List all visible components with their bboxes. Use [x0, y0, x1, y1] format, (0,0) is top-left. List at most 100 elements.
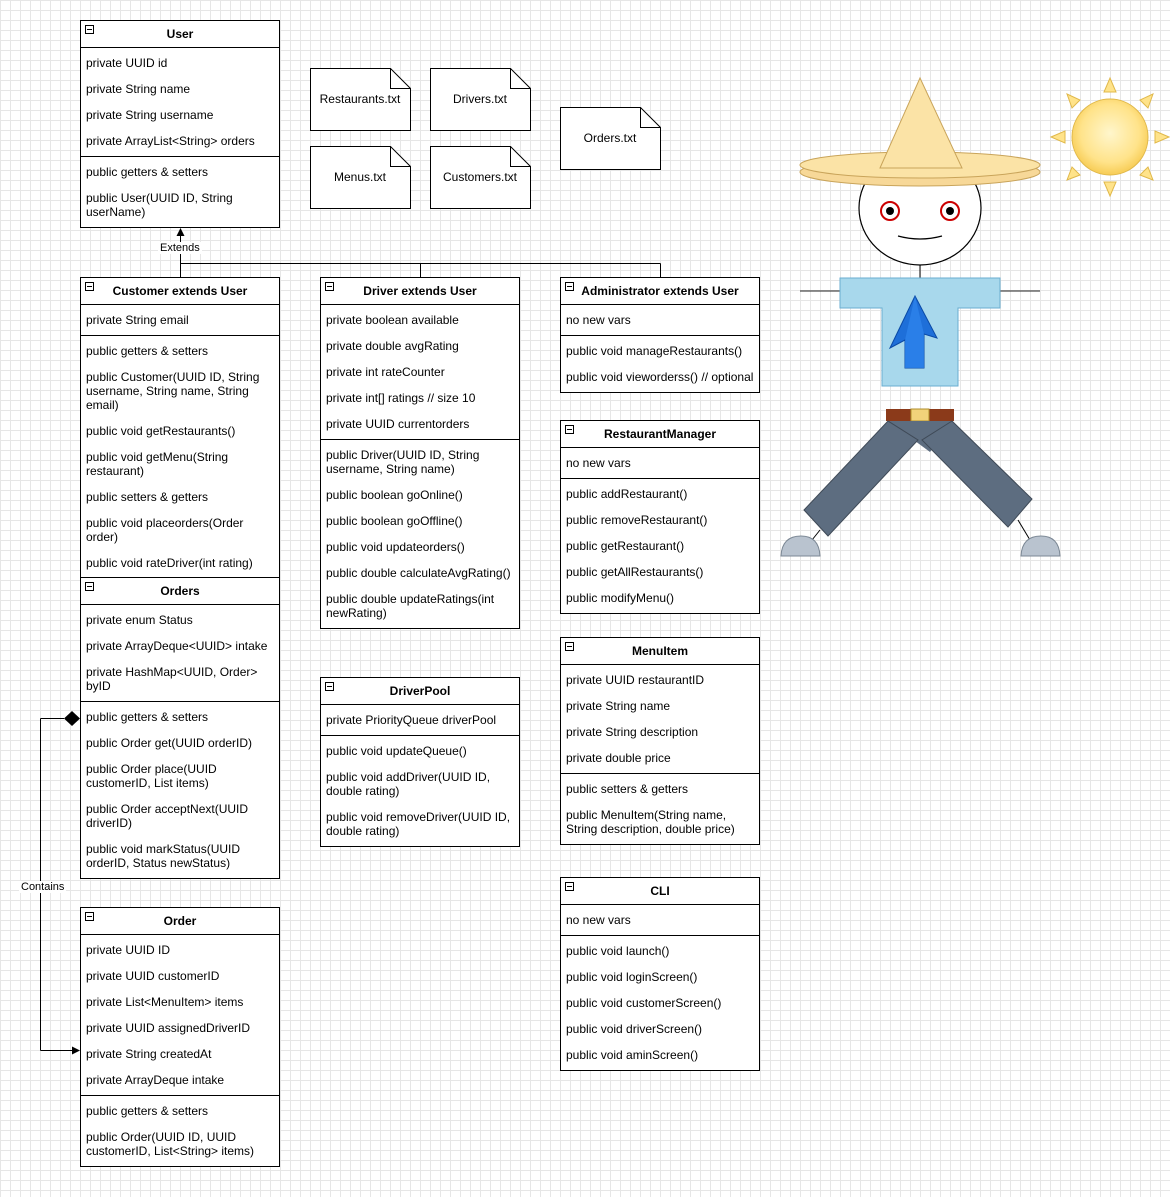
class-title[interactable]: RestaurantManager — [561, 421, 759, 448]
attribute-row[interactable]: private enum Status — [81, 607, 279, 633]
method-row[interactable]: public modifyMenu() — [561, 585, 759, 611]
attribute-row[interactable]: private ArrayDeque<UUID> intake — [81, 633, 279, 659]
method-row[interactable]: public void vieworderss() // optional — [561, 364, 759, 390]
attribute-row[interactable]: private UUID id — [81, 50, 279, 76]
method-row[interactable]: public void aminScreen() — [561, 1042, 759, 1068]
collapse-icon[interactable] — [565, 882, 574, 891]
method-row[interactable]: public addRestaurant() — [561, 481, 759, 507]
method-row[interactable]: public double calculateAvgRating() — [321, 560, 519, 586]
method-row[interactable]: public boolean goOffline() — [321, 508, 519, 534]
class-title[interactable]: Orders — [81, 578, 279, 605]
method-row[interactable]: public boolean goOnline() — [321, 482, 519, 508]
class-cli[interactable]: CLI no new vars public void launch() public… — [560, 877, 760, 1071]
attribute-row[interactable]: private double avgRating — [321, 333, 519, 359]
method-row[interactable]: public void rateDriver(int rating) — [81, 550, 279, 576]
attribute-row[interactable]: private int rateCounter — [321, 359, 519, 385]
attribute-row[interactable]: private String name — [561, 693, 759, 719]
class-orders[interactable]: Orders private enum Status private ArrayDe… — [80, 577, 280, 879]
attribute-row[interactable]: private String email — [81, 307, 279, 333]
method-row[interactable]: public Order place(UUID customerID, List… — [81, 756, 279, 796]
method-row[interactable]: public getters & setters — [81, 704, 279, 730]
attribute-row[interactable]: private UUID assignedDriverID — [81, 1015, 279, 1041]
attribute-row[interactable]: private String username — [81, 102, 279, 128]
class-restaurant-manager[interactable]: RestaurantManager no new vars public addRe… — [560, 420, 760, 614]
class-order[interactable]: Order private UUID ID private UUID custome… — [80, 907, 280, 1167]
method-row[interactable]: public removeRestaurant() — [561, 507, 759, 533]
attribute-row[interactable]: private int[] ratings // size 10 — [321, 385, 519, 411]
class-driver-pool[interactable]: DriverPool private PriorityQueue driverPo… — [320, 677, 520, 847]
class-driver[interactable]: Driver extends User private boolean avail… — [320, 277, 520, 629]
method-row[interactable]: public void addDriver(UUID ID, double ra… — [321, 764, 519, 804]
method-row[interactable]: public Order(UUID ID, UUID customerID, L… — [81, 1124, 279, 1164]
attribute-row[interactable]: private UUID ID — [81, 937, 279, 963]
method-row[interactable]: public void manageRestaurants() — [561, 338, 759, 364]
method-row[interactable]: public void updateorders() — [321, 534, 519, 560]
method-row[interactable]: public Order acceptNext(UUID driverID) — [81, 796, 279, 836]
method-row[interactable]: public setters & getters — [81, 484, 279, 510]
attribute-row[interactable]: private ArrayList<String> orders — [81, 128, 279, 154]
method-row[interactable]: public void markStatus(UUID orderID, Sta… — [81, 836, 279, 876]
method-row[interactable]: public void launch() — [561, 938, 759, 964]
attribute-row[interactable]: no new vars — [561, 307, 759, 333]
attribute-row[interactable]: private String name — [81, 76, 279, 102]
file-orders[interactable]: Orders.txt — [560, 107, 661, 170]
method-row[interactable]: public void getRestaurants() — [81, 418, 279, 444]
class-title[interactable]: Customer extends User — [81, 278, 279, 305]
method-row[interactable]: public Driver(UUID ID, String username, … — [321, 442, 519, 482]
method-row[interactable]: public getters & setters — [81, 338, 279, 364]
method-row[interactable]: public getters & setters — [81, 159, 279, 185]
class-administrator[interactable]: Administrator extends User no new vars pub… — [560, 277, 760, 393]
class-menu-item[interactable]: MenuItem private UUID restaurantID private… — [560, 637, 760, 845]
collapse-icon[interactable] — [85, 912, 94, 921]
attribute-row[interactable]: private String createdAt — [81, 1041, 279, 1067]
class-title[interactable]: User — [81, 21, 279, 48]
collapse-icon[interactable] — [85, 25, 94, 34]
file-restaurants[interactable]: Restaurants.txt — [310, 68, 411, 131]
attribute-row[interactable]: private HashMap<UUID, Order> byID — [81, 659, 279, 699]
class-title[interactable]: DriverPool — [321, 678, 519, 705]
file-customers[interactable]: Customers.txt — [430, 146, 531, 209]
method-row[interactable]: public User(UUID ID, String userName) — [81, 185, 279, 225]
collapse-icon[interactable] — [85, 282, 94, 291]
attribute-row[interactable]: private double price — [561, 745, 759, 771]
method-row[interactable]: public setters & getters — [561, 776, 759, 802]
attribute-row[interactable]: private UUID currentorders — [321, 411, 519, 437]
file-menus[interactable]: Menus.txt — [310, 146, 411, 209]
method-row[interactable]: public void driverScreen() — [561, 1016, 759, 1042]
method-row[interactable]: public void getMenu(String restaurant) — [81, 444, 279, 484]
attribute-row[interactable]: no new vars — [561, 907, 759, 933]
attribute-row[interactable]: private List<MenuItem> items — [81, 989, 279, 1015]
class-title[interactable]: Driver extends User — [321, 278, 519, 305]
attribute-row[interactable]: no new vars — [561, 450, 759, 476]
collapse-icon[interactable] — [565, 282, 574, 291]
collapse-icon[interactable] — [565, 642, 574, 651]
method-row[interactable]: public void placeorders(Order order) — [81, 510, 279, 550]
method-row[interactable]: public void customerScreen() — [561, 990, 759, 1016]
attribute-row[interactable]: private boolean available — [321, 307, 519, 333]
collapse-icon[interactable] — [325, 282, 334, 291]
method-row[interactable]: public double updateRatings(int newRatin… — [321, 586, 519, 626]
class-title[interactable]: Administrator extends User — [561, 278, 759, 305]
method-row[interactable]: public Order get(UUID orderID) — [81, 730, 279, 756]
collapse-icon[interactable] — [85, 582, 94, 591]
attribute-row[interactable]: private String description — [561, 719, 759, 745]
collapse-icon[interactable] — [325, 682, 334, 691]
class-title[interactable]: Order — [81, 908, 279, 935]
attribute-row[interactable]: private UUID restaurantID — [561, 667, 759, 693]
attribute-row[interactable]: private UUID customerID — [81, 963, 279, 989]
method-row[interactable]: public void updateQueue() — [321, 738, 519, 764]
class-user[interactable]: User private UUID id private String name pr… — [80, 20, 280, 228]
class-title[interactable]: CLI — [561, 878, 759, 905]
attribute-row[interactable]: private PriorityQueue driverPool — [321, 707, 519, 733]
method-row[interactable]: public void removeDriver(UUID ID, double… — [321, 804, 519, 844]
method-row[interactable]: public MenuItem(String name, String desc… — [561, 802, 759, 842]
collapse-icon[interactable] — [565, 425, 574, 434]
attribute-row[interactable]: private ArrayDeque intake — [81, 1067, 279, 1093]
method-row[interactable]: public Customer(UUID ID, String username… — [81, 364, 279, 418]
class-customer[interactable]: Customer extends User private String emai… — [80, 277, 280, 579]
class-title[interactable]: MenuItem — [561, 638, 759, 665]
method-row[interactable]: public getAllRestaurants() — [561, 559, 759, 585]
file-drivers[interactable]: Drivers.txt — [430, 68, 531, 131]
method-row[interactable]: public getters & setters — [81, 1098, 279, 1124]
method-row[interactable]: public getRestaurant() — [561, 533, 759, 559]
